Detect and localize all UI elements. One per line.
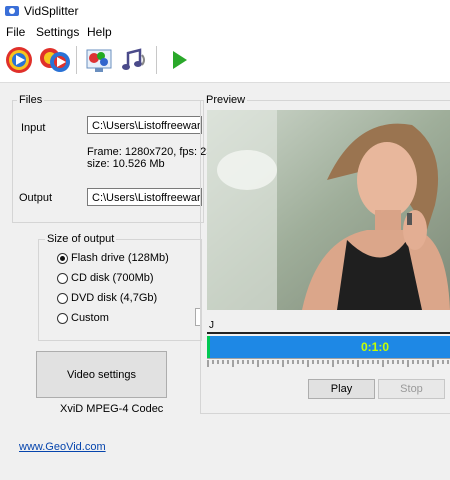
video-settings-button[interactable]: Video settings [36, 351, 167, 398]
audio-button[interactable] [117, 43, 151, 77]
frame-info: Frame: 1280x720, fps: 23 [87, 146, 213, 158]
radio-label: DVD disk (4,7Gb) [71, 292, 158, 304]
run-button[interactable] [162, 43, 196, 77]
open-multiple-button[interactable] [38, 43, 72, 77]
radio-custom[interactable]: Custom [57, 310, 109, 326]
radio-selected-dot [60, 255, 65, 261]
radio-dvd-disk[interactable]: DVD disk (4,7Gb) [57, 290, 157, 306]
open-video-button[interactable] [2, 43, 36, 77]
paint-palette-icon [86, 49, 112, 72]
radio-button[interactable] [57, 292, 68, 304]
input-path-field[interactable]: C:\Users\Listoffreeware [87, 116, 202, 134]
toolbar-separator [156, 46, 157, 74]
play-button[interactable]: Play [308, 379, 375, 399]
title-bar: VidSplitter [0, 0, 450, 22]
timeline-marker: J [209, 320, 214, 331]
open-video-icon [6, 47, 32, 73]
output-path-field[interactable]: C:\Users\Listoffreeware [87, 188, 202, 206]
play-icon [173, 51, 187, 69]
music-note-icon [122, 48, 145, 70]
radio-label: Custom [71, 312, 109, 324]
timeline-position-handle[interactable] [207, 336, 210, 358]
radio-flash-drive[interactable]: Flash drive (128Mb) [57, 250, 169, 266]
timecode: 0:1:0 [361, 340, 390, 354]
menu-file[interactable]: File [6, 25, 25, 39]
timeline-bar[interactable]: 0:1:0 [207, 336, 450, 358]
window-title: VidSplitter [24, 4, 79, 18]
size-of-output-title: Size of output [45, 233, 117, 245]
menu-settings[interactable]: Settings [36, 25, 79, 39]
radio-label: Flash drive (128Mb) [71, 252, 169, 264]
radio-button[interactable] [57, 252, 68, 264]
input-label: Input [21, 122, 46, 134]
radio-button[interactable] [57, 312, 68, 324]
radio-cd-disk[interactable]: CD disk (700Mb) [57, 270, 154, 286]
radio-button[interactable] [57, 272, 68, 284]
stop-button[interactable]: Stop [378, 379, 445, 399]
video-preview [207, 110, 450, 310]
menu-bar: File Settings Help [0, 22, 450, 40]
radio-label: CD disk (700Mb) [71, 272, 154, 284]
geovid-link[interactable]: www.GeoVid.com [19, 441, 106, 453]
output-label: Output [19, 192, 53, 204]
files-group-title: Files [17, 94, 45, 106]
timeline-track [207, 332, 450, 334]
size-info: size: 10.526 Mb [87, 158, 165, 170]
timeline-ruler [207, 358, 450, 367]
menu-help[interactable]: Help [87, 25, 112, 39]
app-icon [5, 6, 19, 16]
preview-title: Preview [204, 94, 248, 106]
toolbar [0, 40, 450, 83]
open-multiple-icon [40, 48, 70, 72]
toolbar-separator [76, 46, 77, 74]
codec-label: XviD MPEG-4 Codec [60, 403, 164, 415]
palette-button[interactable] [82, 43, 116, 77]
